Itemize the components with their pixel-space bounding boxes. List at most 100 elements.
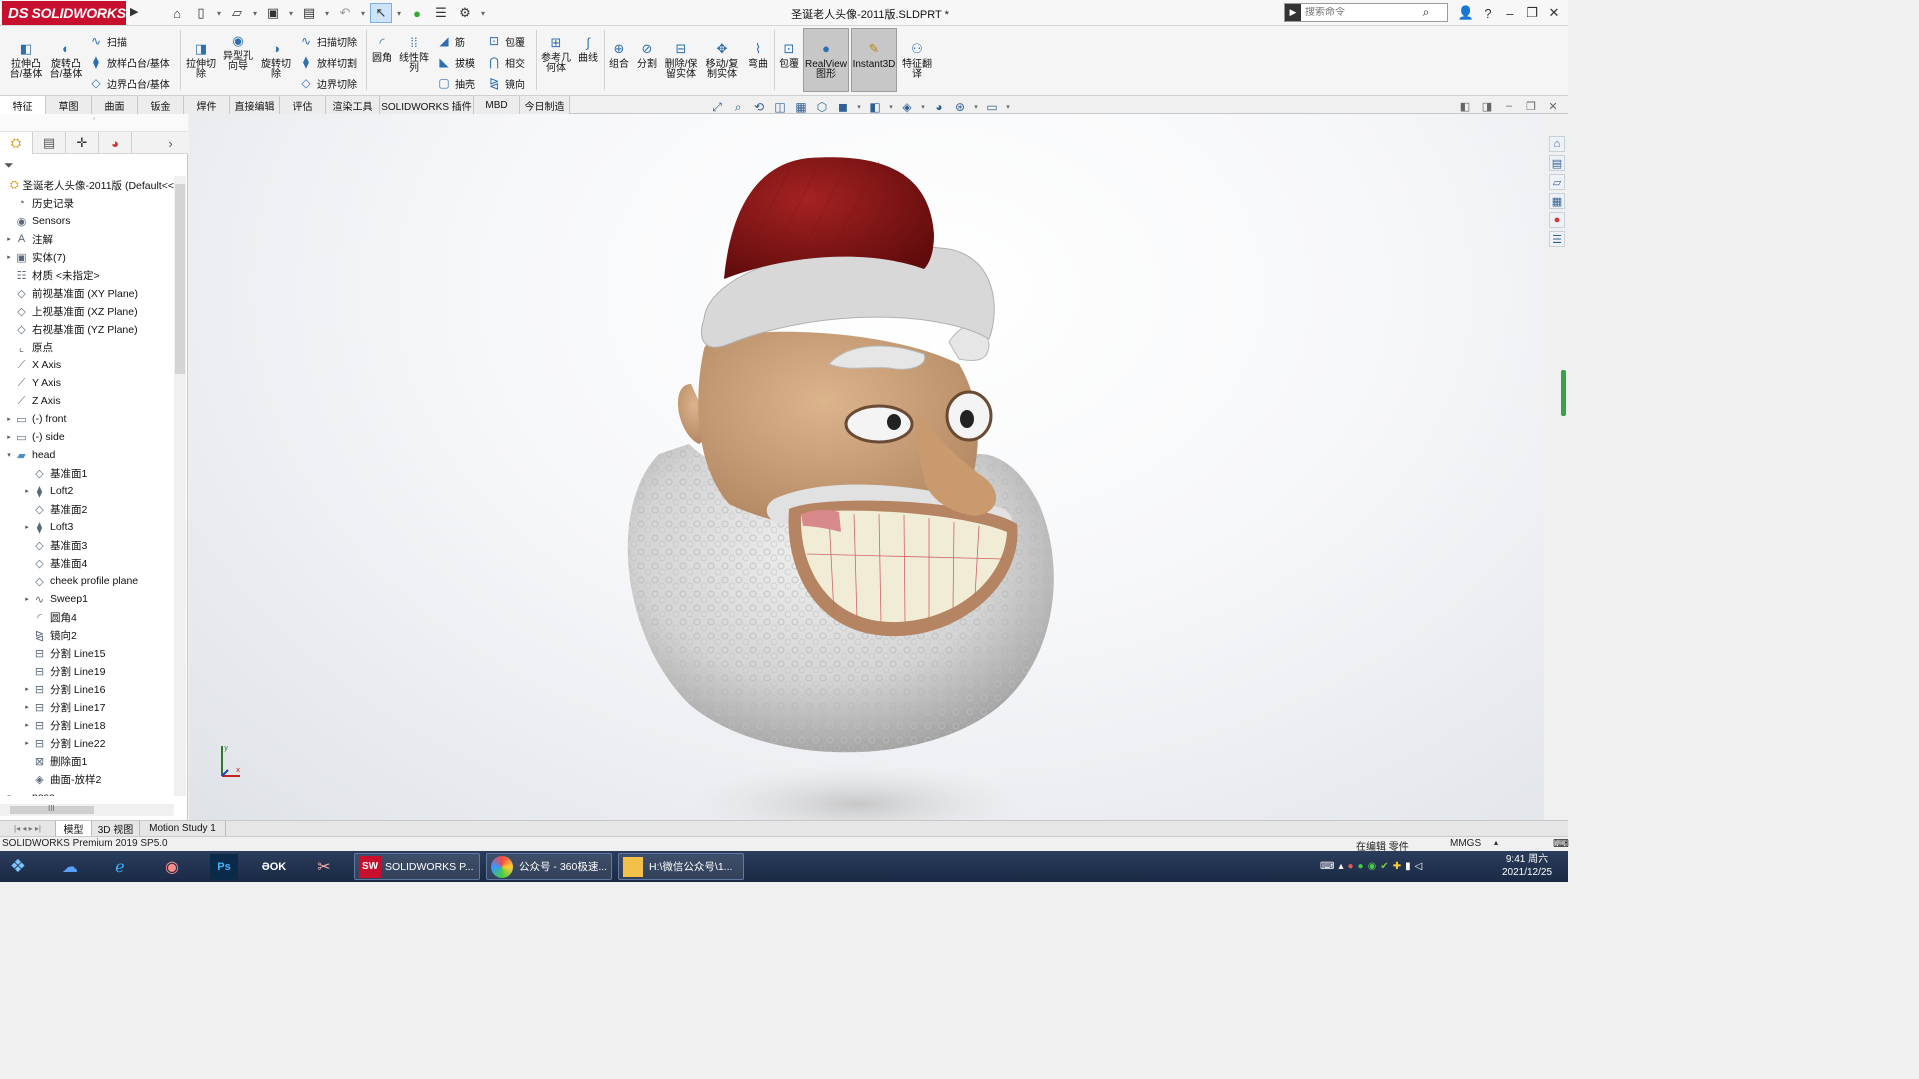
custom-properties-icon[interactable]: ☰ xyxy=(1549,231,1565,247)
save-dropdown-icon[interactable]: ▾ xyxy=(286,3,296,23)
curves-button[interactable]: ∫ 曲线 xyxy=(574,34,602,64)
tree-expand-icon[interactable]: ▸ xyxy=(4,415,14,423)
file-explorer-icon[interactable]: ▱ xyxy=(1549,174,1565,190)
tree-expand-icon[interactable]: ▸ xyxy=(4,433,14,441)
tree-item-split-line[interactable]: ▸ ⊟ 分割 Line17 xyxy=(0,698,174,716)
tree-item-solid-bodies[interactable]: ▸ ▣ 实体(7) xyxy=(0,248,174,266)
property-manager-tab-icon[interactable]: ▤ xyxy=(33,132,66,154)
new-document-icon[interactable]: ▯ xyxy=(190,3,212,23)
tree-item-plane[interactable]: ◇ 基准面2 xyxy=(0,500,174,518)
options-gear-icon[interactable]: ⚙ xyxy=(454,3,476,23)
tree-item-surface-loft[interactable]: ◈ 曲面-放样2 xyxy=(0,770,174,788)
tree-item-history[interactable]: ◔ 历史记录 xyxy=(0,194,174,212)
tree-item-split-line[interactable]: ▸ ⊟ 分割 Line18 xyxy=(0,716,174,734)
tree-expand-icon[interactable]: ▸ xyxy=(4,253,14,261)
tree-item-sensor[interactable]: ◉ Sensors xyxy=(0,212,174,230)
tab-solidworks-addins[interactable]: SOLIDWORKS 插件 xyxy=(380,96,474,114)
select-dropdown-icon[interactable]: ▾ xyxy=(394,3,404,23)
units-selector[interactable]: MMGS xyxy=(1450,838,1481,849)
lofted-cut-button[interactable]: ⧫ 放样切割 xyxy=(298,53,357,71)
print-icon[interactable]: ▤ xyxy=(298,3,320,23)
tree-item-plane[interactable]: ◇ 前视基准面 (XY Plane) xyxy=(0,284,174,302)
santa-head-model[interactable] xyxy=(189,114,1544,820)
tile-right-icon[interactable]: ◨ xyxy=(1480,100,1494,113)
tree-item-axis[interactable]: ⟋ X Axis xyxy=(0,356,174,374)
tab-3d-views[interactable]: 3D 视图 xyxy=(92,821,140,836)
doc-close-icon[interactable]: ✕ xyxy=(1546,100,1560,113)
search-input[interactable] xyxy=(1301,7,1417,18)
tree-expand-icon[interactable]: ▸ xyxy=(22,721,32,729)
tab-model[interactable]: 模型 xyxy=(56,821,92,836)
extrude-cut-button[interactable]: ◨ 拉伸切 除 xyxy=(182,40,220,80)
draft-button[interactable]: ◣ 拔模 xyxy=(436,53,475,71)
quick-tips-icon[interactable]: ⌨ xyxy=(1553,837,1569,850)
intersect-button[interactable]: ⋂ 相交 xyxy=(486,53,525,71)
tree-horizontal-scrollbar[interactable]: III xyxy=(0,804,174,816)
tab-mbd[interactable]: MBD xyxy=(474,96,520,114)
units-dropdown-icon[interactable]: ▴ xyxy=(1494,838,1498,847)
feature-works-button[interactable]: ⚇ 特征翻 译 xyxy=(898,40,936,80)
realview-button[interactable]: ● RealView 图形 xyxy=(803,40,849,80)
tab-make-today[interactable]: 今日制造 xyxy=(520,96,570,114)
rib-button[interactable]: ◢ 筋 xyxy=(436,32,465,50)
user-icon[interactable]: 👤 xyxy=(1455,3,1477,23)
taskbar-pin-1[interactable]: ☁ xyxy=(56,853,84,880)
tree-item-plane[interactable]: ◇ cheek profile plane xyxy=(0,572,174,590)
open-dropdown-icon[interactable]: ▾ xyxy=(250,3,260,23)
scrollbar-thumb[interactable] xyxy=(175,184,185,374)
view-palette-icon[interactable]: ▦ xyxy=(1549,193,1565,209)
home-icon[interactable]: ⌂ xyxy=(166,3,188,23)
tree-expand-icon[interactable]: ▸ xyxy=(22,595,32,603)
tile-left-icon[interactable]: ◧ xyxy=(1458,100,1472,113)
tree-item-plane[interactable]: ◇ 基准面3 xyxy=(0,536,174,554)
rebuild-icon[interactable]: ● xyxy=(406,3,428,23)
panel-expand-arrow-icon[interactable]: › xyxy=(154,132,187,154)
swept-cut-button[interactable]: ∿ 扫描切除 xyxy=(298,32,357,50)
tree-item-split-line[interactable]: ▸ ⊟ 分割 Line16 xyxy=(0,680,174,698)
tree-item-delete-face[interactable]: ⊠ 删除面1 xyxy=(0,752,174,770)
tray-expand-icon[interactable]: ▴ xyxy=(1338,861,1343,872)
feature-tree-tab-icon[interactable]: ⛭ xyxy=(0,132,33,154)
display-manager-tab-icon[interactable]: ◕ xyxy=(99,132,132,154)
sync-icon[interactable]: ◉ xyxy=(1368,861,1377,872)
tree-item-part[interactable]: ⛭ 圣诞老人头像-2011版 (Default<< xyxy=(0,176,174,194)
tree-item-axis[interactable]: ⟋ Z Axis xyxy=(0,392,174,410)
wrap-button[interactable]: ⊡ 包覆 xyxy=(776,40,802,70)
shell-button[interactable]: ▢ 抽壳 xyxy=(436,74,475,92)
boundary-cut-button[interactable]: ◇ 边界切除 xyxy=(298,74,357,92)
menu-expand-arrow-icon[interactable]: ▶ xyxy=(130,5,138,18)
filter-icon[interactable]: ⏷ xyxy=(4,158,14,173)
doc-restore-icon[interactable]: ❐ xyxy=(1524,100,1538,113)
close-icon[interactable]: ✕ xyxy=(1543,3,1565,23)
tree-item-fillet[interactable]: ◜ 圆角4 xyxy=(0,608,174,626)
tree-vertical-scrollbar[interactable] xyxy=(174,176,186,796)
taskbar-item-explorer[interactable]: H:\微信公众号\1... xyxy=(618,853,744,880)
tree-item-plane[interactable]: ◇ 右视基准面 (YZ Plane) xyxy=(0,320,174,338)
tree-expand-icon[interactable]: ▸ xyxy=(22,685,32,693)
tree-expand-icon[interactable]: ▾ xyxy=(4,793,14,796)
move-copy-body-button[interactable]: ✥ 移动/复 制实体 xyxy=(702,40,742,80)
delete-keep-body-button[interactable]: ⊟ 删除/保 留实体 xyxy=(662,40,700,80)
security-icon[interactable]: ● xyxy=(1347,861,1353,872)
undo-icon[interactable]: ↶ xyxy=(334,3,356,23)
tab-motion-study[interactable]: Motion Study 1 xyxy=(140,821,226,836)
fillet-button[interactable]: ◜ 圆角 xyxy=(368,34,396,64)
options-dropdown-icon[interactable]: ▾ xyxy=(478,3,488,23)
doc-minimize-icon[interactable]: – xyxy=(1502,100,1516,113)
tree-expand-icon[interactable]: ▸ xyxy=(4,235,14,243)
undo-dropdown-icon[interactable]: ▾ xyxy=(358,3,368,23)
lofted-boss-button[interactable]: ⧫ 放样凸台/基体 xyxy=(88,53,170,71)
taskbar-pin-3[interactable]: ◉ xyxy=(158,853,186,880)
tree-item-origin[interactable]: ⌞ 原点 xyxy=(0,338,174,356)
select-arrow-icon[interactable]: ↖ xyxy=(370,3,392,23)
tree-item-split-line[interactable]: ⊟ 分割 Line15 xyxy=(0,644,174,662)
combine-button[interactable]: ⊕ 组合 xyxy=(606,40,632,70)
solidworks-resources-icon[interactable]: ⌂ xyxy=(1549,136,1565,152)
search-icon[interactable]: ⌕ xyxy=(1417,5,1435,20)
taskbar-pin-4[interactable]: Ps xyxy=(210,853,238,880)
taskbar-clock[interactable]: 9:41 周六 2021/12/25 xyxy=(1492,853,1562,880)
design-library-icon[interactable]: ▤ xyxy=(1549,155,1565,171)
taskbar-pin-2[interactable]: ℯ xyxy=(106,853,134,880)
hole-wizard-button[interactable]: ◉ 异型孔 向导 xyxy=(218,32,258,72)
panel-splitter-handle[interactable]: ◦ xyxy=(0,114,188,132)
